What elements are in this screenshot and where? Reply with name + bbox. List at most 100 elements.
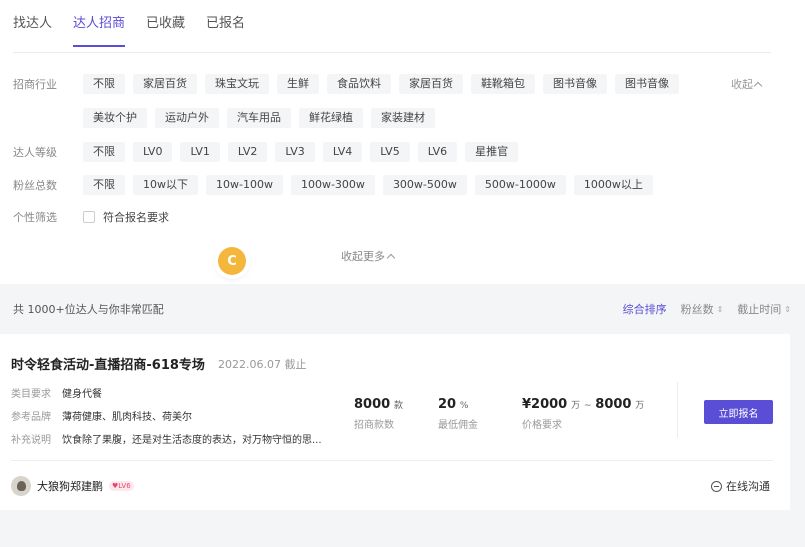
industry-chip[interactable]: 家居百货 bbox=[133, 74, 197, 94]
level-chip[interactable]: LV0 bbox=[133, 142, 173, 162]
level-chip[interactable]: LV5 bbox=[370, 142, 410, 162]
personal-filter-label: 个性筛选 bbox=[13, 211, 57, 224]
industry-chip[interactable]: 美妆个护 bbox=[83, 108, 147, 128]
industry-chips-2: 美妆个护 运动户外 汽车用品 鲜花绿植 家装建材 bbox=[83, 108, 435, 128]
vertical-divider bbox=[677, 382, 678, 438]
floating-avatar[interactable]: C bbox=[218, 247, 246, 275]
tab-registered[interactable]: 已报名 bbox=[206, 14, 245, 47]
industry-chip[interactable]: 汽车用品 bbox=[227, 108, 291, 128]
level-chip[interactable]: LV4 bbox=[322, 142, 363, 162]
level-chip[interactable]: LV1 bbox=[180, 142, 220, 162]
fans-chip[interactable]: 1000w以上 bbox=[573, 175, 653, 195]
industry-chip[interactable]: 不限 bbox=[83, 74, 125, 94]
info-value: 健身代餐 bbox=[62, 389, 102, 400]
info-row: 补充说明 饮食除了果腹，还是对生活态度的表达，对万物守恒的思... bbox=[11, 431, 322, 446]
industry-chip[interactable]: 图书音像 bbox=[543, 74, 607, 94]
metric-unit: % bbox=[459, 401, 469, 411]
fans-chip[interactable]: 不限 bbox=[83, 175, 125, 195]
avatar[interactable] bbox=[11, 476, 31, 496]
metric-item-count: 8000 款 招商款数 bbox=[354, 397, 403, 431]
owner-name[interactable]: 大狼狗郑建鹏 bbox=[37, 478, 103, 494]
card-divider bbox=[11, 460, 773, 461]
fans-chip[interactable]: 10w以下 bbox=[133, 175, 198, 195]
industry-chip[interactable]: 鲜花绿植 bbox=[299, 108, 363, 128]
card-deadline: 2022.06.07 截止 bbox=[218, 358, 307, 371]
industry-chip[interactable]: 家居百货 bbox=[399, 74, 463, 94]
metric-value: ¥2000 bbox=[522, 397, 568, 412]
industry-chips: 不限 家居百货 珠宝文玩 生鲜 食品饮料 家居百货 鞋靴箱包 图书音像 图书音像 bbox=[83, 74, 679, 94]
metric-value: 20 bbox=[438, 397, 457, 412]
info-value: 薄荷健康、肌肉科技、荷美尔 bbox=[62, 412, 192, 423]
industry-collapse-button[interactable]: 收起 bbox=[731, 76, 763, 92]
info-row: 参考品牌 薄荷健康、肌肉科技、荷美尔 bbox=[11, 408, 192, 423]
tabs-divider bbox=[13, 52, 771, 53]
filter-panel: 找达人 达人招商 已收藏 已报名 招商行业 不限 家居百货 珠宝文玩 生鲜 食品… bbox=[0, 0, 805, 284]
level-chip[interactable]: LV3 bbox=[275, 142, 315, 162]
level-chip[interactable]: 星推官 bbox=[465, 142, 519, 162]
sort-arrows-icon: ⇕ bbox=[716, 304, 724, 314]
info-row: 类目要求 健身代餐 bbox=[11, 385, 102, 400]
level-filter-label: 达人等级 bbox=[13, 146, 57, 159]
industry-filter-row-2: 美妆个护 运动户外 汽车用品 鲜花绿植 家装建材 bbox=[13, 108, 435, 128]
metric-unit: 万 bbox=[571, 401, 581, 411]
requirement-checkbox[interactable] bbox=[83, 211, 95, 223]
metric-commission: 20 % 最低佣金 bbox=[438, 397, 478, 431]
card-title[interactable]: 时令轻食活动-直播招商-618专场 bbox=[11, 354, 205, 373]
industry-chip[interactable]: 运动户外 bbox=[155, 108, 219, 128]
chat-label: 在线沟通 bbox=[726, 480, 770, 493]
chevron-up-icon bbox=[753, 81, 763, 90]
sort-label: 截止时间 bbox=[737, 303, 782, 316]
info-value: 饮食除了果腹，还是对生活态度的表达，对万物守恒的思... bbox=[62, 435, 322, 446]
fans-chip[interactable]: 10w-100w bbox=[206, 175, 283, 195]
sort-label: 综合排序 bbox=[622, 303, 667, 316]
apply-button[interactable]: 立即报名 bbox=[704, 400, 773, 424]
metric-price: ¥2000 万 ~ 8000 万 价格要求 bbox=[522, 397, 644, 431]
recruit-card[interactable]: 时令轻食活动-直播招商-618专场 2022.06.07 截止 类目要求 健身代… bbox=[0, 334, 790, 510]
collapse-more-label: 收起更多 bbox=[341, 250, 385, 263]
metric-unit: 万 bbox=[635, 401, 645, 411]
industry-chip[interactable]: 生鲜 bbox=[277, 74, 319, 94]
industry-chip[interactable]: 食品饮料 bbox=[327, 74, 391, 94]
metric-value: 8000 bbox=[354, 397, 391, 412]
tab-creator-recruit[interactable]: 达人招商 bbox=[73, 14, 126, 47]
tab-favorites[interactable]: 已收藏 bbox=[146, 14, 185, 47]
fans-filter-row: 粉丝总数 不限 10w以下 10w-100w 100w-300w 300w-50… bbox=[13, 175, 653, 195]
online-chat-button[interactable]: 在线沟通 bbox=[711, 478, 770, 494]
industry-chip[interactable]: 家装建材 bbox=[371, 108, 435, 128]
sort-arrows-icon: ⇕ bbox=[784, 304, 791, 314]
tab-find-creator[interactable]: 找达人 bbox=[13, 14, 52, 47]
result-count: 共 1000+位达人与你非常匹配 bbox=[13, 303, 164, 316]
industry-chip[interactable]: 鞋靴箱包 bbox=[471, 74, 535, 94]
owner-info[interactable]: 大狼狗郑建鹏 ♥LV6 bbox=[11, 476, 134, 496]
industry-chip[interactable]: 珠宝文玩 bbox=[205, 74, 269, 94]
sort-comprehensive[interactable]: 综合排序 bbox=[623, 301, 667, 317]
main-tabs: 找达人 达人招商 已收藏 已报名 bbox=[13, 14, 245, 47]
fans-chip[interactable]: 300w-500w bbox=[382, 175, 467, 195]
info-key: 补充说明 bbox=[11, 435, 51, 446]
metric-label: 最低佣金 bbox=[438, 420, 478, 431]
level-chip[interactable]: LV2 bbox=[227, 142, 268, 162]
sort-options: 综合排序 粉丝数 ⇕ 截止时间 ⇕ bbox=[623, 301, 791, 317]
personal-filter-row: 个性筛选 符合报名要求 bbox=[13, 209, 169, 225]
level-chip[interactable]: 不限 bbox=[83, 142, 125, 162]
requirement-checkbox-group[interactable]: 符合报名要求 bbox=[83, 209, 169, 225]
fans-chip[interactable]: 100w-300w bbox=[290, 175, 375, 195]
collapse-more-button[interactable]: 收起更多 bbox=[341, 248, 396, 264]
result-bar: 共 1000+位达人与你非常匹配 综合排序 粉丝数 ⇕ 截止时间 ⇕ bbox=[0, 296, 805, 322]
sort-fans[interactable]: 粉丝数 ⇕ bbox=[681, 301, 724, 317]
level-chip[interactable]: LV6 bbox=[417, 142, 458, 162]
chat-icon bbox=[711, 480, 722, 492]
info-key: 参考品牌 bbox=[11, 412, 51, 423]
sort-label: 粉丝数 bbox=[680, 303, 714, 316]
fans-chip[interactable]: 500w-1000w bbox=[474, 175, 566, 195]
level-badge: ♥LV6 bbox=[109, 481, 134, 491]
metric-value: 8000 bbox=[595, 397, 632, 412]
collapse-label: 收起 bbox=[731, 78, 753, 91]
metric-label: 价格要求 bbox=[522, 420, 562, 431]
industry-filter-row: 招商行业 不限 家居百货 珠宝文玩 生鲜 食品饮料 家居百货 鞋靴箱包 图书音像… bbox=[13, 74, 679, 94]
metric-unit: 款 bbox=[394, 401, 404, 411]
level-filter-row: 达人等级 不限 LV0 LV1 LV2 LV3 LV4 LV5 LV6 星推官 bbox=[13, 142, 519, 162]
sort-deadline[interactable]: 截止时间 ⇕ bbox=[737, 301, 791, 317]
industry-chip[interactable]: 图书音像 bbox=[615, 74, 679, 94]
level-chips: 不限 LV0 LV1 LV2 LV3 LV4 LV5 LV6 星推官 bbox=[83, 142, 519, 162]
